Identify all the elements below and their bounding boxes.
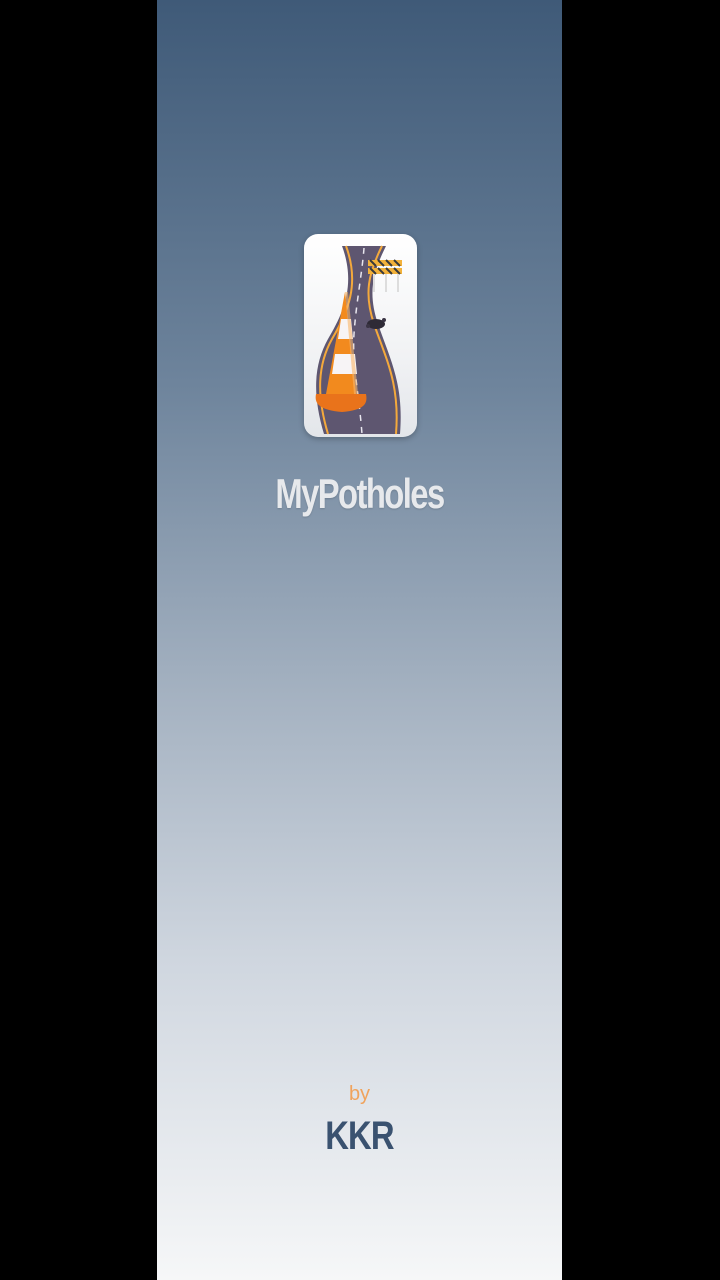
app-name-title: MyPotholes	[275, 470, 445, 517]
app-logo-road-cone-icon	[304, 234, 417, 437]
splash-screen: MyPotholes by KKR	[157, 0, 562, 1280]
by-label: by	[348, 1083, 371, 1105]
screen: MyPotholes by KKR	[0, 0, 720, 1280]
company-name: KKR	[325, 1114, 394, 1158]
